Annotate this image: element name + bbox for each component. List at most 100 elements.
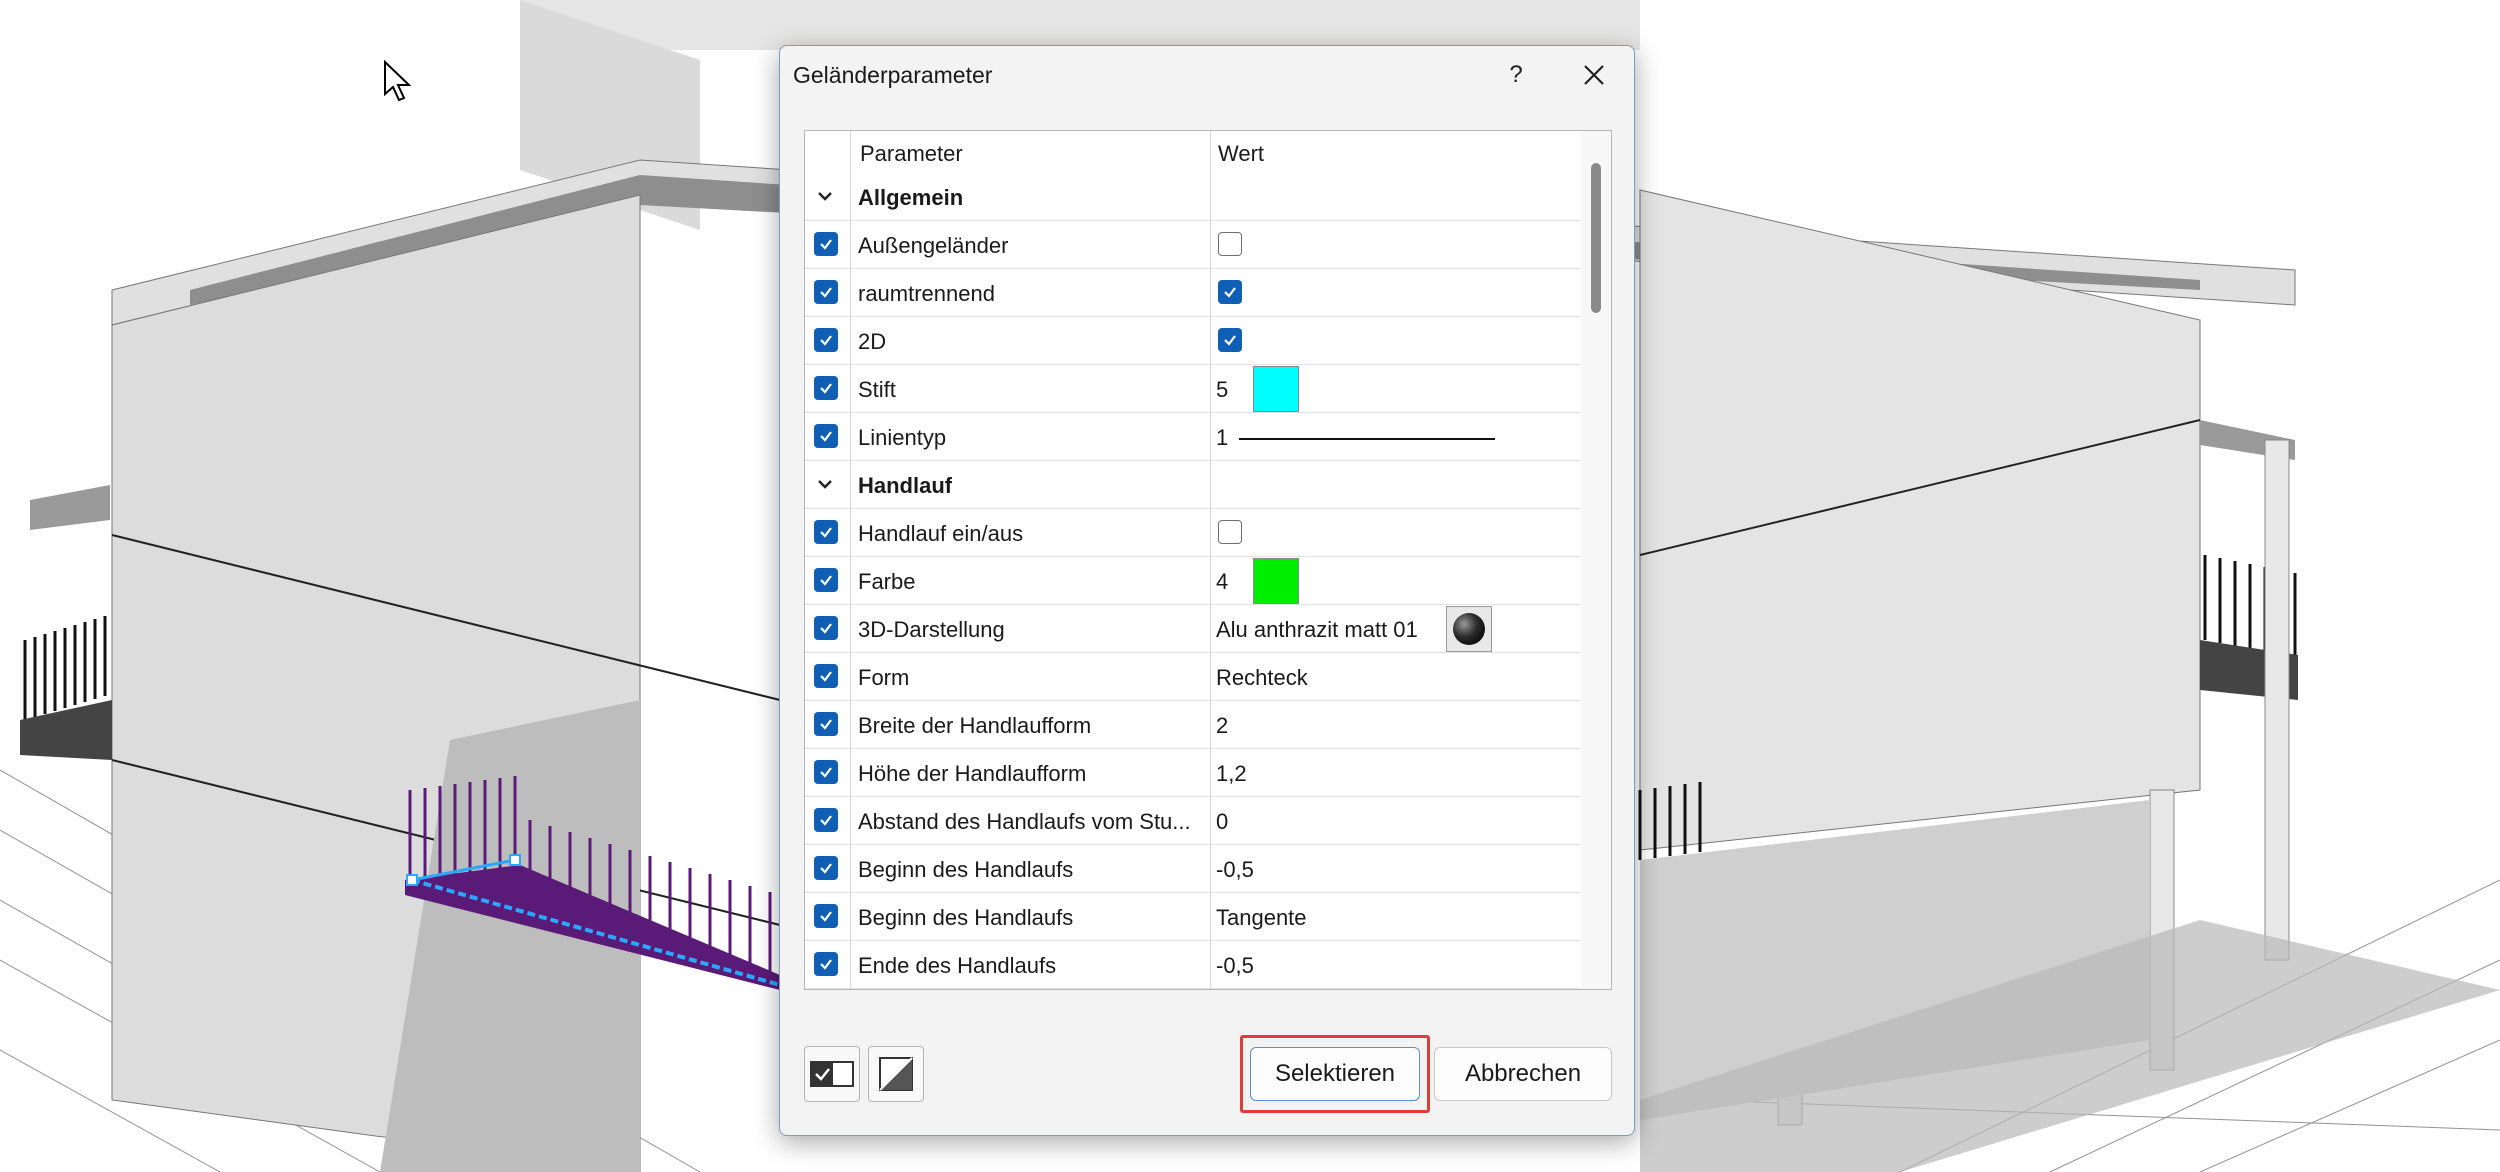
checkmark-icon (820, 287, 832, 298)
row-checkbox[interactable] (814, 568, 838, 592)
parameter-grid: Parameter Wert Allgemein Außengeländer rau… (804, 130, 1612, 990)
mouse-cursor-icon (384, 60, 412, 102)
parameter-label: Breite der Handlaufform (858, 713, 1092, 738)
invert-icon (879, 1057, 913, 1091)
parameter-label: Abstand des Handlaufs vom Stu... (858, 809, 1191, 834)
color-swatch[interactable] (1253, 558, 1299, 604)
checkmark-icon (820, 911, 832, 922)
parameter-value[interactable]: 5 (1216, 377, 1228, 403)
parameter-label: Farbe (858, 569, 916, 594)
invert-selection-button[interactable] (868, 1046, 924, 1102)
parameter-row[interactable]: Ende des Handlaufs -0,5 (805, 941, 1583, 989)
parameter-label: Beginn des Handlaufs (858, 857, 1074, 882)
row-checkbox[interactable] (814, 232, 838, 256)
row-checkbox[interactable] (814, 808, 838, 832)
checkmark-icon (820, 863, 832, 874)
row-checkbox[interactable] (814, 664, 838, 688)
parameter-value[interactable]: 2 (1216, 713, 1228, 739)
toggle-checkboxes-button[interactable] (804, 1046, 860, 1102)
chevron-down-icon[interactable] (814, 185, 836, 207)
parameter-row[interactable]: Abstand des Handlaufs vom Stu... 0 (805, 797, 1583, 845)
row-checkbox[interactable] (814, 856, 838, 880)
row-checkbox[interactable] (814, 376, 838, 400)
parameter-value[interactable]: Alu anthrazit matt 01 (1216, 617, 1418, 643)
parameter-row[interactable]: Beginn des Handlaufs -0,5 (805, 845, 1583, 893)
parameter-value[interactable]: -0,5 (1216, 857, 1254, 883)
select-button[interactable]: Selektieren (1250, 1047, 1420, 1101)
parameter-row[interactable]: 3D-Darstellung Alu anthrazit matt 01 (805, 605, 1583, 653)
checkmark-icon (820, 335, 832, 346)
grid-scrollbar[interactable] (1581, 131, 1611, 989)
checkmark-icon (820, 383, 832, 394)
parameter-label: Form (858, 665, 910, 690)
group-label: Allgemein (858, 185, 964, 210)
row-checkbox[interactable] (814, 616, 838, 640)
parameter-row[interactable]: Breite der Handlaufform 2 (805, 701, 1583, 749)
checkmark-icon (820, 719, 832, 730)
row-checkbox[interactable] (814, 712, 838, 736)
parameter-value[interactable]: Rechteck (1216, 665, 1308, 691)
help-button[interactable]: ? (1480, 54, 1552, 96)
row-checkbox[interactable] (814, 520, 838, 544)
parameter-label: 2D (858, 329, 887, 354)
material-sphere-icon (1453, 613, 1485, 645)
row-checkbox[interactable] (814, 952, 838, 976)
parameter-row[interactable]: Beginn des Handlaufs Tangente (805, 893, 1583, 941)
value-checkbox[interactable] (1218, 328, 1242, 352)
grid-header: Parameter Wert (805, 131, 1581, 173)
checkmark-icon (820, 767, 832, 778)
parameter-label: Stift (858, 377, 896, 402)
checkmark-icon (820, 959, 832, 970)
close-button[interactable] (1556, 54, 1632, 96)
checkmark-icon (820, 815, 832, 826)
checkmark-icon (820, 575, 832, 586)
row-checkbox[interactable] (814, 760, 838, 784)
parameter-row[interactable]: Außengeländer (805, 221, 1583, 269)
parameter-row[interactable]: Linientyp 1 (805, 413, 1583, 461)
value-checkbox[interactable] (1218, 280, 1242, 304)
row-checkbox[interactable] (814, 280, 838, 304)
parameter-value[interactable]: Tangente (1216, 905, 1307, 931)
value-checkbox[interactable] (1218, 520, 1242, 544)
cancel-button[interactable]: Abbrechen (1434, 1047, 1612, 1101)
material-picker-button[interactable] (1446, 606, 1492, 652)
scrollbar-thumb[interactable] (1591, 163, 1601, 313)
row-checkbox[interactable] (814, 424, 838, 448)
checkmark-icon (820, 239, 832, 250)
parameter-value[interactable]: 1,2 (1216, 761, 1247, 787)
group-row[interactable]: Allgemein (805, 173, 1583, 221)
parameter-row[interactable]: Farbe 4 (805, 557, 1583, 605)
parameter-label: Ende des Handlaufs (858, 953, 1057, 978)
parameter-label: raumtrennend (858, 281, 995, 306)
value-checkbox[interactable] (1218, 232, 1242, 256)
parameter-label: 3D-Darstellung (858, 617, 1005, 642)
group-row[interactable]: Handlauf (805, 461, 1583, 509)
row-checkbox[interactable] (814, 904, 838, 928)
parameter-row[interactable]: Höhe der Handlaufform 1,2 (805, 749, 1583, 797)
checkbox-toggle-icon (810, 1061, 854, 1087)
parameter-value[interactable]: 0 (1216, 809, 1228, 835)
parameter-value[interactable]: -0,5 (1216, 953, 1254, 979)
checkmark-icon (820, 671, 832, 682)
parameter-row[interactable]: Stift 5 (805, 365, 1583, 413)
railing-parameters-dialog: Geländerparameter ? Parameter Wert Allge… (779, 45, 1635, 1136)
parameter-row[interactable]: 2D (805, 317, 1583, 365)
parameter-row[interactable]: Form Rechteck (805, 653, 1583, 701)
parameter-value[interactable]: 1 (1216, 425, 1228, 451)
dialog-titlebar[interactable]: Geländerparameter ? (780, 46, 1634, 104)
parameter-row[interactable]: raumtrennend (805, 269, 1583, 317)
parameter-label: Beginn des Handlaufs (858, 905, 1074, 930)
parameter-label: Handlauf ein/aus (858, 521, 1024, 546)
column-header-value[interactable]: Wert (1218, 141, 1264, 167)
chevron-down-icon[interactable] (814, 473, 836, 495)
row-checkbox[interactable] (814, 328, 838, 352)
group-label: Handlauf (858, 473, 953, 498)
parameter-row[interactable]: Handlauf ein/aus (805, 509, 1583, 557)
parameter-label: Außengeländer (858, 233, 1009, 258)
checkmark-icon (820, 527, 832, 538)
line-type-sample (1239, 438, 1495, 440)
parameter-label: Höhe der Handlaufform (858, 761, 1087, 786)
color-swatch[interactable] (1253, 366, 1299, 412)
parameter-value[interactable]: 4 (1216, 569, 1228, 595)
column-header-parameter[interactable]: Parameter (860, 141, 963, 167)
